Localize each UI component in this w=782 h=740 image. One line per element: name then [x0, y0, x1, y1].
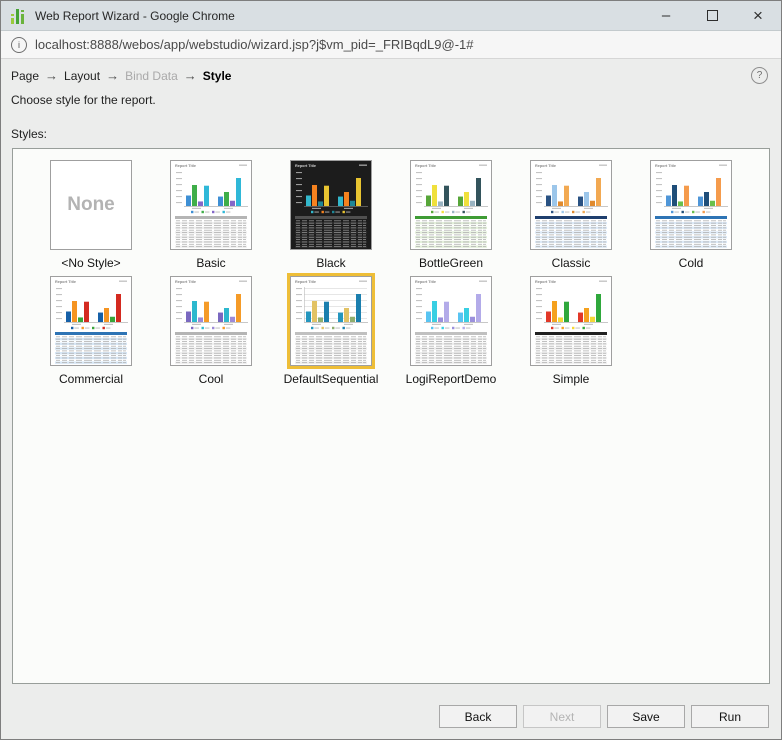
selected-style-frame: Report Title	[287, 273, 375, 369]
styles-panel: None<No Style>Report TitleBasicReport Ti…	[12, 148, 770, 684]
breadcrumb-step-bind-data: Bind Data	[125, 69, 178, 83]
style-option-label: Basic	[196, 256, 225, 270]
style-frame: Report Title	[527, 157, 615, 253]
breadcrumb-step-style: Style	[203, 69, 232, 83]
style-option-label: BottleGreen	[419, 256, 483, 270]
style-frame: Report Title	[407, 157, 495, 253]
style-thumbnail: Report Title	[290, 160, 372, 250]
styles-label: Styles:	[11, 127, 47, 141]
svg-text:Report Title: Report Title	[415, 164, 436, 168]
back-button[interactable]: Back	[439, 705, 517, 728]
breadcrumb: Page → Layout → Bind Data → Style	[11, 68, 231, 83]
save-button[interactable]: Save	[607, 705, 685, 728]
style-option-label: Commercial	[59, 372, 123, 386]
style-frame: Report Title	[647, 157, 735, 253]
style-option-no-style[interactable]: None <No Style>	[31, 157, 151, 273]
svg-text:Report Title: Report Title	[655, 164, 676, 168]
svg-text:Report Title: Report Title	[415, 280, 436, 284]
maximize-button[interactable]	[689, 1, 735, 30]
style-thumbnail: Report Title	[410, 276, 492, 366]
maximize-icon	[707, 10, 718, 21]
style-frame: Report Title	[287, 157, 375, 253]
window-controls: – ×	[643, 1, 781, 30]
help-icon[interactable]: ?	[751, 67, 768, 84]
svg-text:Report Title: Report Title	[175, 164, 196, 168]
svg-text:Report Title: Report Title	[295, 164, 316, 168]
breadcrumb-arrow-icon: →	[45, 68, 58, 83]
style-frame: Report Title	[167, 157, 255, 253]
instruction-text: Choose style for the report.	[11, 93, 156, 107]
footer-buttons: Back Next Save Run	[439, 705, 769, 728]
style-option-black[interactable]: Report Title Black	[271, 157, 391, 273]
style-option-label: Cold	[679, 256, 704, 270]
svg-text:Report Title: Report Title	[295, 280, 316, 284]
styles-grid: None<No Style>Report TitleBasicReport Ti…	[31, 157, 769, 389]
style-thumbnail: Report Title	[650, 160, 732, 250]
window-title: Web Report Wizard - Google Chrome	[35, 9, 643, 23]
style-thumbnail: Report Title	[170, 276, 252, 366]
style-thumbnail: Report Title	[290, 276, 372, 366]
svg-text:Report Title: Report Title	[535, 280, 556, 284]
close-button[interactable]: ×	[735, 1, 781, 30]
style-frame: Report Title	[167, 273, 255, 369]
run-button[interactable]: Run	[691, 705, 769, 728]
style-thumbnail: Report Title	[50, 276, 132, 366]
browser-window: Web Report Wizard - Google Chrome – × i …	[0, 0, 782, 740]
style-thumbnail: Report Title	[410, 160, 492, 250]
url-field[interactable]: localhost:8888/webos/app/webstudio/wizar…	[35, 37, 473, 52]
next-button: Next	[523, 705, 601, 728]
breadcrumb-step-layout[interactable]: Layout	[64, 69, 100, 83]
breadcrumb-step-page[interactable]: Page	[11, 69, 39, 83]
style-option-label: LogiReportDemo	[406, 372, 497, 386]
svg-text:Report Title: Report Title	[55, 280, 76, 284]
style-thumbnail: Report Title	[530, 160, 612, 250]
minimize-button[interactable]: –	[643, 1, 689, 34]
breadcrumb-arrow-icon: →	[106, 68, 119, 83]
title-bar: Web Report Wizard - Google Chrome – ×	[1, 1, 781, 31]
style-option-label: Simple	[553, 372, 590, 386]
style-option-cool[interactable]: Report Title Cool	[151, 273, 271, 389]
style-option-commercial[interactable]: Report Title Commercial	[31, 273, 151, 389]
style-frame: None	[47, 157, 135, 253]
logi-report-logo-icon	[9, 7, 27, 25]
style-thumbnail: Report Title	[530, 276, 612, 366]
style-option-label: Cool	[199, 372, 224, 386]
style-option-defaultsequential[interactable]: Report Title DefaultSequential	[271, 273, 391, 389]
style-option-simple[interactable]: Report Title Simple	[511, 273, 631, 389]
style-option-bottlegreen[interactable]: Report Title BottleGreen	[391, 157, 511, 273]
no-style-thumbnail: None	[50, 160, 132, 250]
wizard-content: Page → Layout → Bind Data → Style ? Choose sty…	[1, 59, 781, 739]
info-icon[interactable]: i	[11, 37, 27, 53]
address-bar: i localhost:8888/webos/app/webstudio/wiz…	[1, 31, 781, 59]
style-frame: Report Title	[527, 273, 615, 369]
none-text: None	[67, 194, 115, 216]
style-option-classic[interactable]: Report Title Classic	[511, 157, 631, 273]
svg-text:Report Title: Report Title	[175, 280, 196, 284]
style-thumbnail: Report Title	[170, 160, 252, 250]
style-option-label: DefaultSequential	[284, 372, 379, 386]
style-option-cold[interactable]: Report Title Cold	[631, 157, 751, 273]
style-option-label: Black	[316, 256, 345, 270]
style-option-logireportdemo[interactable]: Report Title LogiReportDemo	[391, 273, 511, 389]
style-option-label: <No Style>	[61, 256, 120, 270]
style-frame: Report Title	[47, 273, 135, 369]
breadcrumb-arrow-icon: →	[184, 68, 197, 83]
style-frame: Report Title	[407, 273, 495, 369]
style-option-basic[interactable]: Report Title Basic	[151, 157, 271, 273]
style-option-label: Classic	[552, 256, 591, 270]
svg-text:Report Title: Report Title	[535, 164, 556, 168]
